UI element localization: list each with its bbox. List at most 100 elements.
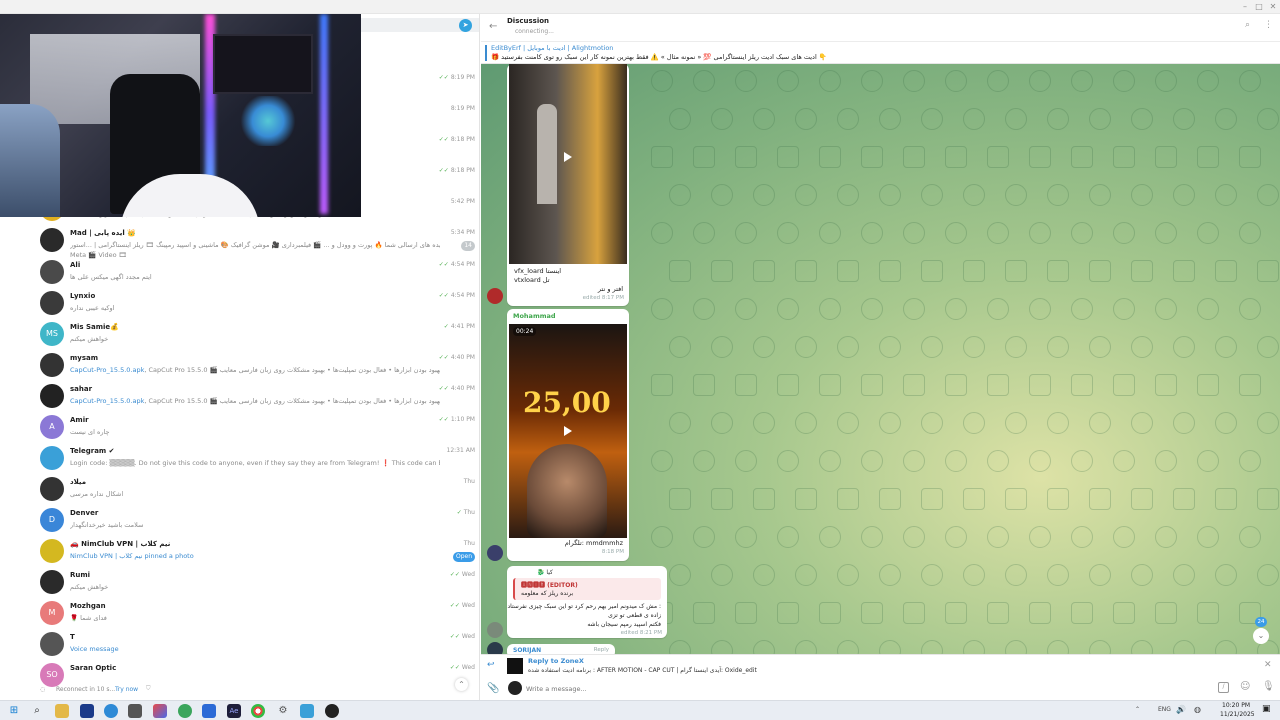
app-icon-4[interactable]: [300, 704, 314, 718]
language-indicator[interactable]: ENG: [1158, 706, 1171, 713]
try-now-link[interactable]: Try now: [115, 686, 138, 693]
avatar[interactable]: M: [40, 601, 64, 625]
background-doodle: [1257, 184, 1279, 206]
message-text-3[interactable]: 🐉 کیا 🅰🅽🅸🆁 (EDITOR) برنده ریلز که معلومه…: [507, 566, 667, 638]
msg4-reply-button[interactable]: Reply: [594, 647, 609, 653]
avatar[interactable]: [40, 384, 64, 408]
background-doodle: [1089, 412, 1111, 434]
background-doodle: [903, 526, 925, 548]
preview-text: اوکیه عیبی نداره: [70, 304, 115, 312]
background-doodle: [987, 602, 1009, 624]
message-input[interactable]: [526, 682, 1166, 696]
shield-icon[interactable]: ⛉: [146, 685, 151, 693]
microphone-icon[interactable]: 🎙: [1262, 681, 1275, 692]
avatar-sender-3[interactable]: [487, 622, 503, 638]
msg4-author[interactable]: SORIJAN: [513, 647, 541, 654]
attach-icon[interactable]: 📎: [487, 683, 499, 694]
avatar[interactable]: MS: [40, 322, 64, 346]
pinned-message-bar[interactable]: EditByErf | ادیت با موبایل | Alightmotio…: [481, 42, 1280, 64]
avatar-sender-2[interactable]: [487, 545, 503, 561]
scroll-up-button[interactable]: ⌃: [455, 678, 468, 691]
tray-chevron-icon[interactable]: ⌃: [1135, 706, 1140, 713]
message-4[interactable]: SORIJAN Reply: [507, 644, 615, 654]
background-doodle: [1215, 108, 1237, 130]
cancel-reply-icon[interactable]: ✕: [1264, 660, 1272, 670]
preview-text: چاره ای نیست: [70, 428, 110, 436]
search-taskbar-icon[interactable]: ⌕: [30, 704, 44, 718]
msg3-author[interactable]: 🐉 کیا: [537, 569, 553, 576]
avatar[interactable]: A: [40, 415, 64, 439]
scroll-down-button[interactable]: ⌄: [1253, 628, 1269, 644]
avatar[interactable]: [40, 291, 64, 315]
back-arrow-icon[interactable]: ←: [489, 21, 497, 32]
whatsapp-icon[interactable]: [178, 704, 192, 718]
avatar[interactable]: [40, 260, 64, 284]
background-doodle: [1071, 298, 1093, 320]
chat-row[interactable]: M Mozhgan 🌹 فدای شما ✓✓ Wed: [36, 597, 480, 628]
clock-time[interactable]: 10:20 PM: [1222, 702, 1250, 709]
avatar[interactable]: [40, 228, 64, 252]
chat-row[interactable]: T Voice message ✓✓ Wed: [36, 628, 480, 659]
avatar[interactable]: [40, 477, 64, 501]
telegram-icon[interactable]: ➤: [459, 19, 472, 32]
background-doodle: [1029, 526, 1051, 548]
chat-row[interactable]: Ali ایتم مجدد اگهی میکس علی ها ✓✓ 4:54 PM: [36, 256, 480, 287]
chat-row[interactable]: D Denver سلامت باشید خیرخدانگهدار ✓ Thu: [36, 504, 480, 535]
video-thumbnail-1[interactable]: [509, 64, 627, 264]
chat-row[interactable]: Rumi خواهش میکنم ✓✓ Wed: [36, 566, 480, 597]
read-check-icon: ✓: [443, 323, 449, 330]
chat-row[interactable]: Telegram ✔ Login code: ▒▒▒▒▒. Do not give…: [36, 442, 480, 473]
avatar[interactable]: [40, 632, 64, 656]
app-icon-1[interactable]: [80, 704, 94, 718]
background-doodle: [879, 336, 901, 358]
chat-row[interactable]: میلاد اشکال نداره مرسی Thu: [36, 473, 480, 504]
edge-icon[interactable]: [104, 704, 118, 718]
file-explorer-icon[interactable]: [55, 704, 69, 718]
background-doodle: [1047, 108, 1069, 130]
avatar[interactable]: D: [40, 508, 64, 532]
app-icon-2[interactable]: [128, 704, 142, 718]
commands-icon[interactable]: /: [1218, 682, 1229, 693]
notification-icon[interactable]: ▣: [1262, 704, 1271, 714]
message-video-1[interactable]: vfx_loard اینستا vtxloard تل افتر و نتر …: [507, 64, 629, 306]
search-icon[interactable]: ⌕: [1245, 20, 1250, 30]
after-effects-icon[interactable]: Ae: [227, 704, 241, 718]
more-menu-icon[interactable]: ⋮: [1264, 20, 1273, 30]
app-icon-3[interactable]: [153, 704, 167, 718]
background-doodle: [945, 526, 967, 548]
chat-row[interactable]: A Amir چاره ای نیست ✓✓ 1:10 PM: [36, 411, 480, 442]
chat-row[interactable]: Lynxio اوکیه عیبی نداره ✓✓ 4:54 PM: [36, 287, 480, 318]
chat-row[interactable]: MS Mis Samie💰 خواهش میکنم ✓ 4:41 PM: [36, 318, 480, 349]
chat-row[interactable]: Mad | ایده پابی 👑 ایده های ارسالی شما 🔥 پ…: [36, 224, 480, 259]
quoted-message[interactable]: 🅰🅽🅸🆁 (EDITOR) برنده ریلز که معلومه: [513, 578, 661, 600]
avatar[interactable]: [40, 539, 64, 563]
avatar[interactable]: [40, 446, 64, 470]
avatar-sender-1[interactable]: [487, 288, 503, 304]
open-button[interactable]: Open: [452, 552, 475, 562]
msg2-author[interactable]: Mohammad: [513, 312, 556, 320]
chat-row[interactable]: sahar CapCut-Pro_15.5.0.apk, CapCut Pro 1…: [36, 380, 480, 411]
play-icon-2[interactable]: [564, 426, 572, 436]
video-thumbnail-2[interactable]: 00:24 25,00: [509, 324, 627, 538]
play-icon[interactable]: [564, 152, 572, 162]
app-icon-5[interactable]: [325, 704, 339, 718]
avatar-sender-4[interactable]: [487, 642, 503, 654]
avatar[interactable]: [40, 353, 64, 377]
clock-date[interactable]: 11/21/2025: [1220, 711, 1255, 718]
message-video-2[interactable]: Mohammad 00:24 25,00 تلگرام: mmdmmhz 8:1…: [507, 309, 629, 561]
send-as-avatar[interactable]: [508, 681, 522, 695]
chat-title[interactable]: Discussion: [507, 17, 549, 25]
chat-preview: Login code: ▒▒▒▒▒. Do not give this code…: [70, 459, 440, 467]
avatar[interactable]: [40, 570, 64, 594]
emoji-icon[interactable]: ☺: [1240, 681, 1250, 692]
start-icon[interactable]: ⊞: [7, 704, 21, 718]
chat-row[interactable]: 🚗 NimClub VPN | نیم کلاب NimClub VPN | نی…: [36, 535, 480, 566]
chrome-icon[interactable]: [251, 704, 265, 718]
network-icon[interactable]: ◍: [1194, 705, 1201, 714]
chat-preview: اوکیه عیبی نداره: [70, 304, 440, 312]
volume-icon[interactable]: 🔊: [1176, 705, 1186, 714]
chat-row[interactable]: mysam CapCut-Pro_15.5.0.apk, CapCut Pro 1…: [36, 349, 480, 380]
close-button[interactable]: ✕: [1264, 1, 1280, 13]
settings-gear-icon[interactable]: ⚙: [276, 704, 290, 718]
chart-app-icon[interactable]: [202, 704, 216, 718]
